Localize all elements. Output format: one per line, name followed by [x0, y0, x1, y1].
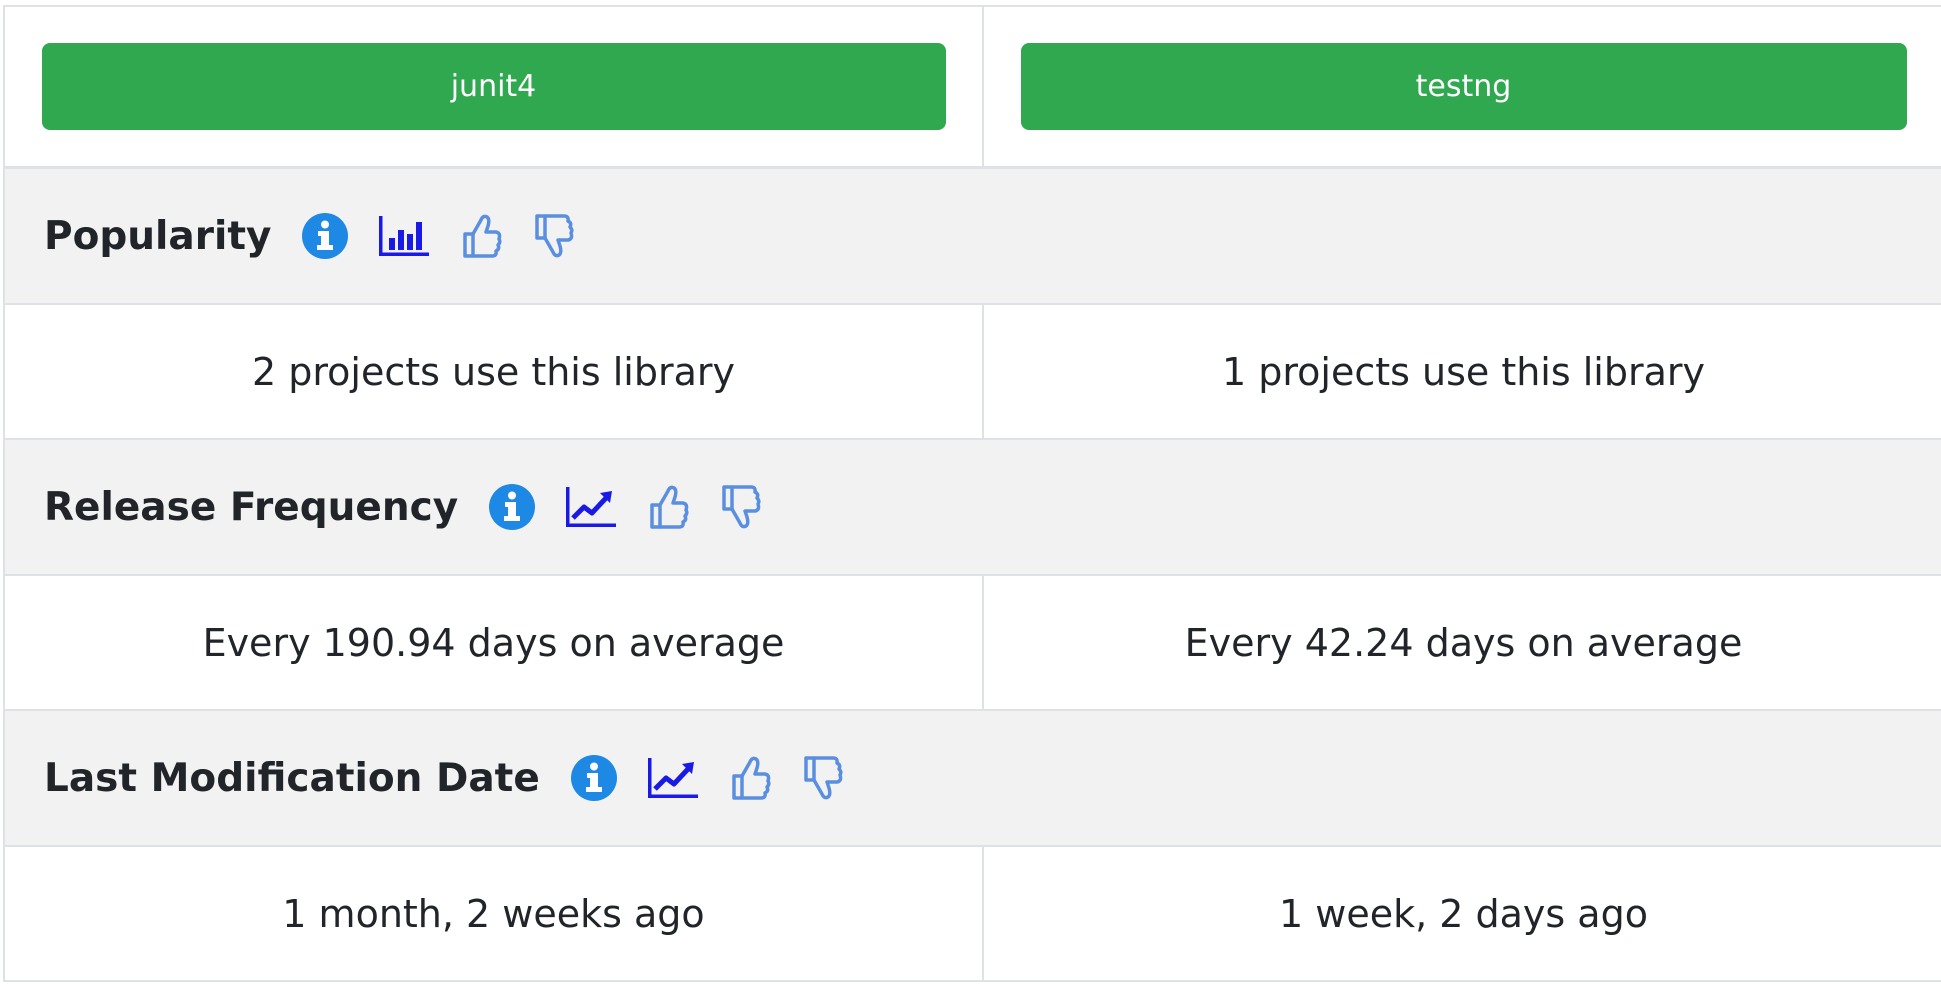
thumbs-down-icon[interactable]: [718, 483, 762, 531]
section-values-popularity: 2 projects use this library 1 projects u…: [5, 305, 1941, 440]
library-header-cell: junit4: [5, 7, 984, 166]
thumbs-up-icon[interactable]: [646, 483, 690, 531]
value-cell: Every 42.24 days on average: [984, 576, 1941, 709]
section-actions: [488, 483, 790, 531]
section-title: Popularity: [44, 213, 272, 259]
section-actions: [301, 212, 603, 260]
value-text: 1 projects use this library: [1221, 349, 1706, 394]
thumbs-down-icon[interactable]: [531, 212, 575, 260]
thumbs-up-icon[interactable]: [459, 212, 503, 260]
info-icon[interactable]: [301, 212, 349, 260]
line-chart-icon[interactable]: [646, 754, 700, 802]
value-cell: 1 week, 2 days ago: [984, 847, 1941, 980]
info-icon[interactable]: [488, 483, 536, 531]
section-title: Release Frequency: [44, 484, 459, 530]
value-text: Every 190.94 days on average: [202, 620, 785, 665]
value-cell: Every 190.94 days on average: [5, 576, 984, 709]
line-chart-icon[interactable]: [564, 483, 618, 531]
section-header-popularity: Popularity: [5, 169, 1941, 305]
section-title: Last Modification Date: [44, 755, 540, 801]
value-text: 1 month, 2 weeks ago: [282, 891, 705, 936]
section-actions: [570, 754, 872, 802]
info-icon[interactable]: [570, 754, 618, 802]
library-button-junit4[interactable]: junit4: [41, 43, 946, 130]
comparison-table: junit4 testng Popularity 2 projects use …: [3, 5, 1941, 982]
section-header-last-modification-date: Last Modification Date: [5, 711, 1941, 847]
section-header-release-frequency: Release Frequency: [5, 440, 1941, 576]
section-values-release-frequency: Every 190.94 days on average Every 42.24…: [5, 576, 1941, 711]
value-text: Every 42.24 days on average: [1184, 620, 1743, 665]
bar-chart-icon[interactable]: [377, 212, 431, 260]
library-header-cell: testng: [984, 7, 1941, 166]
section-values-last-modification-date: 1 month, 2 weeks ago 1 week, 2 days ago: [5, 847, 1941, 982]
thumbs-up-icon[interactable]: [728, 754, 772, 802]
value-cell: 2 projects use this library: [5, 305, 984, 438]
thumbs-down-icon[interactable]: [800, 754, 844, 802]
value-text: 1 week, 2 days ago: [1279, 891, 1648, 936]
value-text: 2 projects use this library: [251, 349, 736, 394]
library-header-row: junit4 testng: [5, 7, 1941, 169]
value-cell: 1 month, 2 weeks ago: [5, 847, 984, 980]
value-cell: 1 projects use this library: [984, 305, 1941, 438]
library-button-testng[interactable]: testng: [1020, 43, 1907, 130]
